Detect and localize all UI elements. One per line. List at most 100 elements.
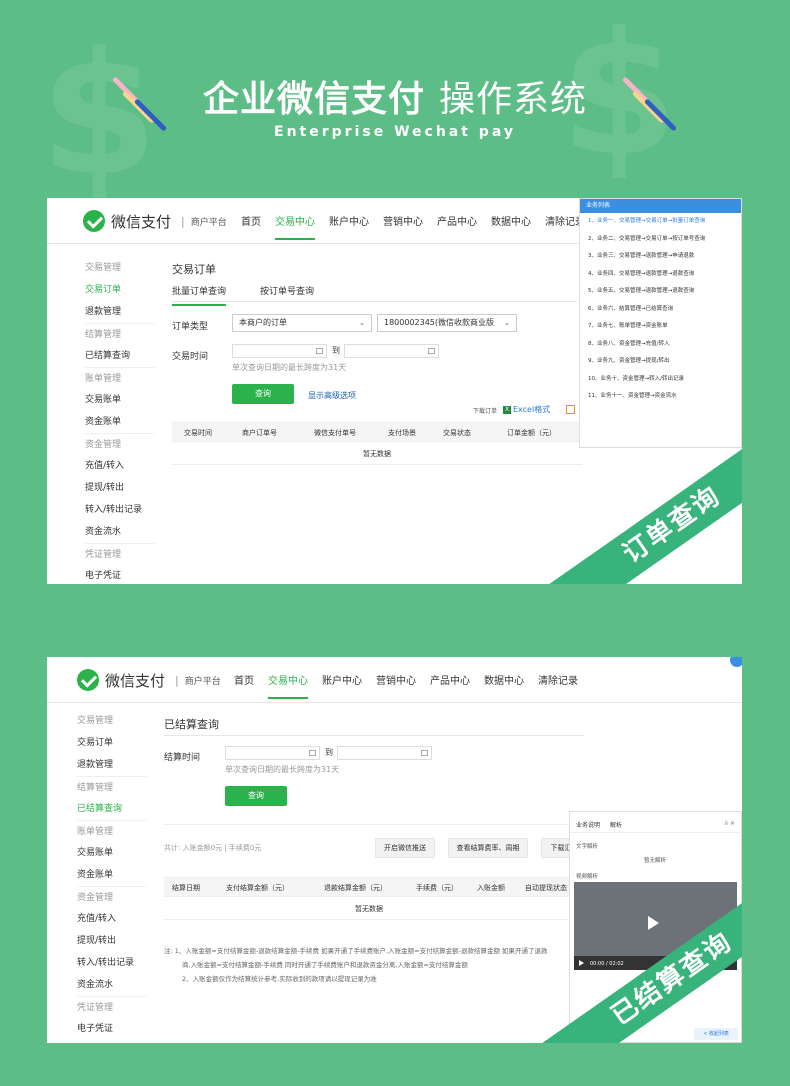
sidebar-item-withdraw[interactable]: 提现/转出 xyxy=(85,477,155,499)
excel-export-link[interactable]: X Excel格式 xyxy=(503,404,550,415)
grid-close-icon[interactable]: ⁞⁞ × xyxy=(724,820,735,827)
sidebar-item-fund-bill[interactable]: 资金账单 xyxy=(77,864,147,886)
table-empty-text: 暂无数据 xyxy=(355,905,383,913)
logo-subtitle: 商户平台 xyxy=(190,217,227,228)
business-list-popup: 业务列表 1、业务一、交易管理→交易订单→批量订单查询 2、业务二、交易管理→交… xyxy=(579,198,742,448)
col-fee: 手续费（元） xyxy=(416,884,458,892)
col-order-amount: 订单金额（元） xyxy=(507,429,556,437)
play-icon[interactable] xyxy=(648,916,659,930)
sidebar-item-settled-query[interactable]: 已结算查询 xyxy=(77,798,147,820)
banner-title: 企业微信支付 操作系统 xyxy=(0,70,790,122)
col-auto-withdraw-status: 自动提现状态 xyxy=(525,884,567,892)
video-analysis-label: 视频解析 xyxy=(576,874,599,880)
sidebar-item-recharge[interactable]: 充值/转入 xyxy=(77,908,147,930)
popup-list-item[interactable]: 2、业务二、交易管理→交易订单→按订单号查询 xyxy=(580,231,741,249)
popup-list-item[interactable]: 3、业务三、交易管理→退款管理→申请退款 xyxy=(580,248,741,266)
nav-account-center[interactable]: 账户中心 xyxy=(322,672,362,699)
settlement-notes: 注: 1、入账金额=支付结算金额-退款结算金额-手续费 如果开通了手续费账户,入… xyxy=(164,944,574,986)
col-trade-status: 交易状态 xyxy=(443,429,471,437)
sidebar-item-fund-flow[interactable]: 资金流水 xyxy=(85,521,155,543)
end-date-input[interactable] xyxy=(337,746,432,760)
note-line: 商,入账金额=支付结算金额-手续费 同时开通了手续费账户和退款资金分离,入账金额… xyxy=(182,961,468,969)
video-time: 00:00 / 02:02 xyxy=(590,961,624,967)
logo[interactable]: 微信支付 | 商户平台 xyxy=(77,669,221,691)
collapse-list-button[interactable]: < 收起列表 xyxy=(694,1028,738,1040)
nav-data-center[interactable]: 数据中心 xyxy=(484,672,524,699)
order-type-select[interactable]: 本商户的订单 ⌄ xyxy=(232,314,372,332)
sidebar-item-recharge[interactable]: 充值/转入 xyxy=(85,455,155,477)
popup-list-item[interactable]: 8、业务八、资金管理→充值/转入 xyxy=(580,336,741,354)
nav-data-center[interactable]: 数据中心 xyxy=(491,213,531,240)
popup-list-item[interactable]: 11、业务十一、资金管理→资金流水 xyxy=(580,388,741,406)
query-button[interactable]: 查询 xyxy=(225,786,287,806)
sidebar-item-refunds[interactable]: 退款管理 xyxy=(77,754,147,776)
date-to-label: 到 xyxy=(325,748,333,757)
nav-trade-center[interactable]: 交易中心 xyxy=(275,213,315,240)
sidebar-item-withdraw[interactable]: 提现/转出 xyxy=(77,930,147,952)
merchant-select[interactable]: 1800002345(微信收款商业版 ⌄ xyxy=(377,314,517,332)
popup-list-item[interactable]: 6、业务六、结算管理→已结算查询 xyxy=(580,301,741,319)
nav-home[interactable]: 首页 xyxy=(234,672,254,699)
nav-trade-center[interactable]: 交易中心 xyxy=(268,672,308,699)
wechat-pay-icon xyxy=(83,210,105,232)
sidebar-group-settlement: 结算管理 xyxy=(85,323,155,345)
end-date-input[interactable] xyxy=(344,344,439,358)
nav-product-center[interactable]: 产品中心 xyxy=(430,672,470,699)
calendar-icon xyxy=(316,348,323,354)
sidebar-item-e-voucher[interactable]: 电子凭证 xyxy=(77,1018,147,1040)
excel-icon: X xyxy=(503,405,511,414)
close-icon[interactable] xyxy=(730,657,742,667)
text-analysis-label: 文字解析 xyxy=(576,844,599,850)
banner-title-bold: 企业微信支付 xyxy=(202,79,425,120)
sidebar-item-fund-bill[interactable]: 资金账单 xyxy=(85,411,155,433)
sidebar-item-e-voucher[interactable]: 电子凭证 xyxy=(85,565,155,584)
query-tabs: 批量订单查询 按订单号查询 xyxy=(172,284,348,306)
play-icon[interactable] xyxy=(579,960,584,966)
popup-list-item[interactable]: 4、业务四、交易管理→退款管理→退款查询 xyxy=(580,266,741,284)
sidebar-group-bills: 账单管理 xyxy=(77,820,147,842)
sidebar-item-trade-orders[interactable]: 交易订单 xyxy=(85,279,155,301)
popup-list-item[interactable]: 5、业务五、交易管理→退款管理→退款查询 xyxy=(580,283,741,301)
nav-home[interactable]: 首页 xyxy=(241,213,261,240)
wechat-notify-button[interactable]: 开启微信推送 xyxy=(375,838,435,858)
file-icon[interactable] xyxy=(566,405,575,414)
sidebar-item-transfer-records[interactable]: 转入/转出记录 xyxy=(85,499,155,521)
sidebar-item-trade-bill[interactable]: 交易账单 xyxy=(85,389,155,411)
sidebar-item-fund-flow[interactable]: 资金流水 xyxy=(77,974,147,996)
popup-list-item[interactable]: 1、业务一、交易管理→交易订单→批量订单查询 xyxy=(580,213,741,231)
note-line: 注: 1、入账金额=支付结算金额-退款结算金额-手续费 如果开通了手续费账户,入… xyxy=(164,947,548,955)
fee-rate-button[interactable]: 查看结算费率、周期 xyxy=(448,838,528,858)
no-analysis-text: 暂无解析 xyxy=(644,858,667,864)
start-date-input[interactable] xyxy=(232,344,327,358)
logo-text: 微信支付 xyxy=(111,212,172,231)
nav-account-center[interactable]: 账户中心 xyxy=(329,213,369,240)
tab-batch-query[interactable]: 批量订单查询 xyxy=(172,284,227,306)
main-nav: 首页 交易中心 账户中心 营销中心 产品中心 数据中心 清除记录 xyxy=(241,213,599,240)
sidebar-item-trade-orders[interactable]: 交易订单 xyxy=(77,732,147,754)
calendar-icon xyxy=(421,750,428,756)
nav-product-center[interactable]: 产品中心 xyxy=(437,213,477,240)
popup-list-item[interactable]: 10、业务十、资金管理→转入/转出记录 xyxy=(580,371,741,389)
popup-list-item[interactable]: 7、业务七、账单管理→资金账单 xyxy=(580,318,741,336)
order-table-header: 交易时间 商户订单号 微信支付单号 支付场景 交易状态 订单金额（元） xyxy=(172,422,582,442)
tab-order-number-query[interactable]: 按订单号查询 xyxy=(260,284,314,306)
nav-clear-records[interactable]: 清除记录 xyxy=(538,672,578,699)
col-trade-time: 交易时间 xyxy=(184,429,212,437)
sidebar-item-settled-query[interactable]: 已结算查询 xyxy=(85,345,155,367)
sidebar-item-trade-bill[interactable]: 交易账单 xyxy=(77,842,147,864)
query-button[interactable]: 查询 xyxy=(232,384,294,404)
nav-marketing-center[interactable]: 营销中心 xyxy=(383,213,423,240)
sidebar-item-refunds[interactable]: 退款管理 xyxy=(85,301,155,323)
sidebar-group-trade: 交易管理 xyxy=(85,263,122,273)
popup-list-item[interactable]: 9、业务九、资金管理→提现/转出 xyxy=(580,353,741,371)
start-date-input[interactable] xyxy=(225,746,320,760)
calendar-icon xyxy=(428,348,435,354)
advanced-options-link[interactable]: 显示高级选项 xyxy=(308,390,356,401)
logo[interactable]: 微信支付 | 商户平台 xyxy=(83,210,227,232)
logo-text: 微信支付 xyxy=(105,671,166,690)
sidebar-item-transfer-records[interactable]: 转入/转出记录 xyxy=(77,952,147,974)
nav-marketing-center[interactable]: 营销中心 xyxy=(376,672,416,699)
banner-title-light: 操作系统 xyxy=(439,79,588,120)
date-range-hint: 单次查询日期的最长跨度为31天 xyxy=(232,363,347,372)
col-pay-settle-amount: 支付结算金额（元） xyxy=(226,884,289,892)
